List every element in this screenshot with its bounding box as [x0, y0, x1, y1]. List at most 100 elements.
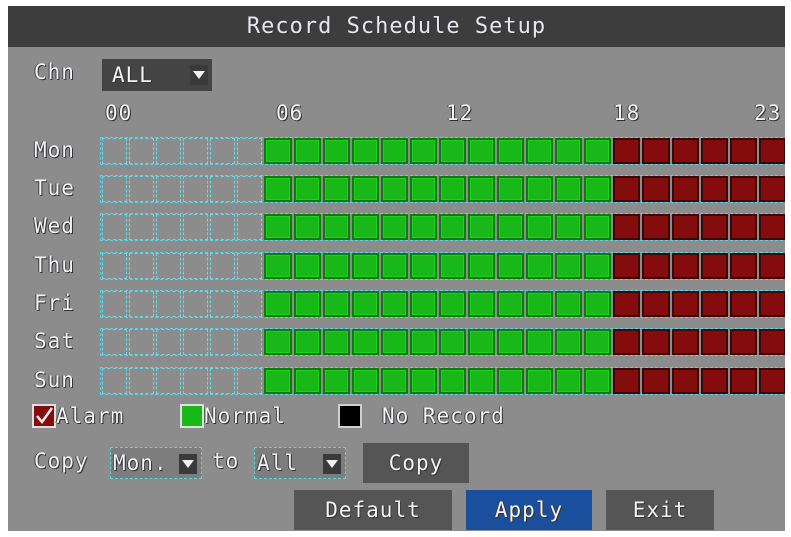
schedule-cell-normal[interactable] — [584, 138, 612, 164]
schedule-cell-normal[interactable] — [497, 214, 525, 240]
schedule-cell-normal[interactable] — [264, 176, 292, 202]
schedule-cell-none[interactable] — [210, 138, 236, 164]
schedule-cell-none[interactable] — [210, 291, 236, 317]
schedule-cell-none[interactable] — [129, 176, 155, 202]
schedule-cell-alarm[interactable] — [613, 176, 641, 202]
schedule-cell-normal[interactable] — [526, 176, 554, 202]
schedule-cell-none[interactable] — [102, 138, 128, 164]
schedule-cell-none[interactable] — [183, 368, 209, 394]
schedule-cell-normal[interactable] — [409, 214, 437, 240]
schedule-cell-alarm[interactable] — [700, 214, 728, 240]
schedule-cell-normal[interactable] — [322, 176, 350, 202]
schedule-cell-none[interactable] — [237, 214, 263, 240]
schedule-cell-normal[interactable] — [468, 329, 496, 355]
schedule-cell-none[interactable] — [129, 138, 155, 164]
schedule-cell-normal[interactable] — [438, 214, 467, 240]
schedule-cell-normal[interactable] — [555, 329, 583, 355]
schedule-cell-none[interactable] — [156, 368, 182, 394]
schedule-row-sat[interactable] — [100, 328, 785, 356]
channel-select[interactable]: ALL — [102, 59, 212, 91]
normal-swatch-icon[interactable] — [180, 404, 204, 428]
schedule-cell-none[interactable] — [102, 368, 128, 394]
schedule-cell-normal[interactable] — [351, 138, 379, 164]
schedule-cell-normal[interactable] — [264, 214, 292, 240]
schedule-cell-alarm[interactable] — [642, 329, 670, 355]
checkbox-icon[interactable] — [32, 404, 56, 428]
schedule-cell-alarm[interactable] — [613, 253, 641, 279]
schedule-cell-normal[interactable] — [322, 214, 350, 240]
schedule-cell-alarm[interactable] — [729, 138, 757, 164]
schedule-cell-normal[interactable] — [351, 253, 379, 279]
schedule-cell-normal[interactable] — [351, 176, 379, 202]
schedule-cell-alarm[interactable] — [758, 138, 785, 164]
schedule-cell-alarm[interactable] — [671, 329, 699, 355]
schedule-cell-none[interactable] — [183, 253, 209, 279]
schedule-cell-normal[interactable] — [264, 368, 292, 394]
schedule-cell-normal[interactable] — [322, 253, 350, 279]
schedule-cell-alarm[interactable] — [729, 291, 757, 317]
schedule-cell-alarm[interactable] — [613, 368, 641, 394]
schedule-cell-normal[interactable] — [438, 329, 467, 355]
schedule-cell-none[interactable] — [237, 176, 263, 202]
schedule-cell-alarm[interactable] — [758, 214, 785, 240]
schedule-cell-normal[interactable] — [409, 138, 437, 164]
schedule-cell-normal[interactable] — [380, 368, 408, 394]
schedule-cell-normal[interactable] — [409, 291, 437, 317]
no-record-swatch-icon[interactable] — [338, 404, 362, 428]
schedule-cell-normal[interactable] — [293, 214, 321, 240]
schedule-cell-none[interactable] — [237, 368, 263, 394]
schedule-cell-normal[interactable] — [380, 176, 408, 202]
schedule-row-wed[interactable] — [100, 213, 785, 241]
schedule-cell-normal[interactable] — [497, 138, 525, 164]
default-button[interactable]: Default — [294, 490, 452, 530]
schedule-row-thu[interactable] — [100, 252, 785, 280]
schedule-cell-alarm[interactable] — [671, 138, 699, 164]
schedule-cell-normal[interactable] — [380, 138, 408, 164]
schedule-cell-normal[interactable] — [380, 329, 408, 355]
schedule-cell-normal[interactable] — [380, 291, 408, 317]
schedule-cell-alarm[interactable] — [642, 368, 670, 394]
schedule-cell-normal[interactable] — [438, 138, 467, 164]
schedule-cell-alarm[interactable] — [700, 291, 728, 317]
schedule-cell-normal[interactable] — [293, 138, 321, 164]
schedule-cell-none[interactable] — [156, 291, 182, 317]
schedule-cell-normal[interactable] — [409, 176, 437, 202]
legend-alarm[interactable]: Alarm — [32, 404, 124, 428]
schedule-cell-normal[interactable] — [584, 176, 612, 202]
schedule-cell-none[interactable] — [210, 368, 236, 394]
schedule-cell-normal[interactable] — [264, 138, 292, 164]
schedule-cell-normal[interactable] — [351, 214, 379, 240]
schedule-cell-none[interactable] — [183, 176, 209, 202]
schedule-cell-alarm[interactable] — [671, 291, 699, 317]
schedule-cell-normal[interactable] — [468, 176, 496, 202]
schedule-cell-alarm[interactable] — [758, 291, 785, 317]
schedule-cell-normal[interactable] — [526, 291, 554, 317]
schedule-cell-normal[interactable] — [409, 329, 437, 355]
schedule-cell-normal[interactable] — [322, 329, 350, 355]
schedule-cell-normal[interactable] — [555, 291, 583, 317]
schedule-cell-alarm[interactable] — [613, 214, 641, 240]
schedule-cell-normal[interactable] — [293, 253, 321, 279]
schedule-cell-none[interactable] — [183, 138, 209, 164]
schedule-cell-normal[interactable] — [555, 176, 583, 202]
schedule-cell-none[interactable] — [129, 291, 155, 317]
schedule-cell-normal[interactable] — [526, 329, 554, 355]
schedule-cell-normal[interactable] — [409, 368, 437, 394]
schedule-cell-none[interactable] — [129, 329, 155, 355]
schedule-row-sun[interactable] — [100, 367, 785, 395]
schedule-cell-none[interactable] — [210, 176, 236, 202]
schedule-cell-alarm[interactable] — [671, 253, 699, 279]
schedule-cell-alarm[interactable] — [642, 291, 670, 317]
schedule-row-mon[interactable] — [100, 137, 785, 165]
schedule-cell-alarm[interactable] — [613, 329, 641, 355]
schedule-cell-normal[interactable] — [584, 329, 612, 355]
schedule-cell-none[interactable] — [102, 291, 128, 317]
schedule-cell-alarm[interactable] — [700, 368, 728, 394]
schedule-cell-normal[interactable] — [468, 138, 496, 164]
schedule-cell-alarm[interactable] — [729, 368, 757, 394]
schedule-cell-normal[interactable] — [555, 138, 583, 164]
schedule-cell-normal[interactable] — [264, 329, 292, 355]
schedule-cell-alarm[interactable] — [758, 368, 785, 394]
schedule-cell-alarm[interactable] — [642, 138, 670, 164]
schedule-cell-none[interactable] — [129, 214, 155, 240]
